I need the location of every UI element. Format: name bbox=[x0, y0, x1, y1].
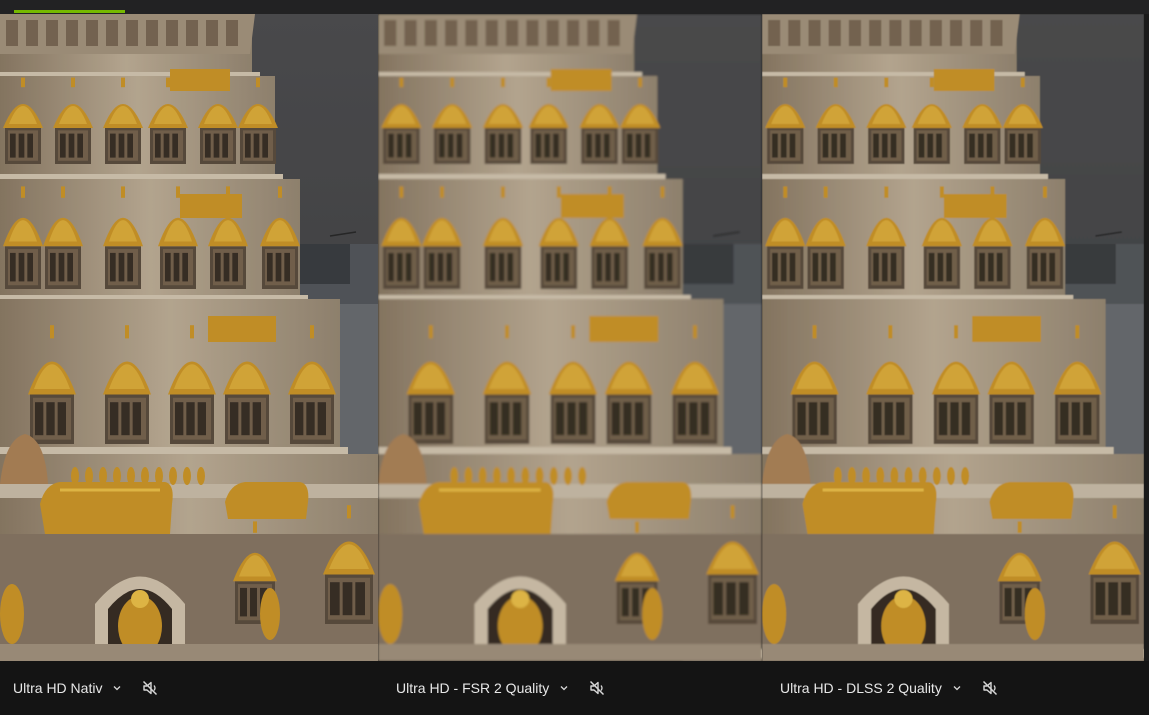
temple-video-frame bbox=[378, 14, 762, 661]
video-pane-native bbox=[0, 14, 378, 661]
quality-label-native: Ultra HD Nativ bbox=[13, 680, 103, 696]
controls-bar: Ultra HD Nativ Ultra HD - FSR 2 Quality bbox=[0, 661, 1149, 715]
quality-selector-native[interactable]: Ultra HD Nativ bbox=[13, 680, 122, 696]
top-bar bbox=[0, 0, 1149, 14]
video-comparison-row bbox=[0, 14, 1149, 661]
video-pane-dlss bbox=[762, 14, 1144, 661]
pane-control-fsr: Ultra HD - FSR 2 Quality bbox=[396, 661, 607, 715]
pane-control-native: Ultra HD Nativ bbox=[13, 661, 160, 715]
pane-control-dlss: Ultra HD - DLSS 2 Quality bbox=[780, 661, 1000, 715]
chevron-down-icon bbox=[112, 683, 122, 693]
quality-label-fsr: Ultra HD - FSR 2 Quality bbox=[396, 680, 550, 696]
playback-progress-bar[interactable] bbox=[14, 10, 125, 13]
quality-selector-fsr[interactable]: Ultra HD - FSR 2 Quality bbox=[396, 680, 569, 696]
quality-label-dlss: Ultra HD - DLSS 2 Quality bbox=[780, 680, 942, 696]
chevron-down-icon bbox=[952, 683, 962, 693]
speaker-muted-icon[interactable] bbox=[980, 678, 1000, 698]
temple-video-frame bbox=[0, 14, 378, 661]
speaker-muted-icon[interactable] bbox=[140, 678, 160, 698]
speaker-muted-icon[interactable] bbox=[587, 678, 607, 698]
quality-selector-dlss[interactable]: Ultra HD - DLSS 2 Quality bbox=[780, 680, 962, 696]
video-comparison-player: Ultra HD Nativ Ultra HD - FSR 2 Quality bbox=[0, 0, 1149, 715]
temple-video-frame bbox=[762, 14, 1144, 661]
video-pane-fsr bbox=[378, 14, 762, 661]
chevron-down-icon bbox=[559, 683, 569, 693]
